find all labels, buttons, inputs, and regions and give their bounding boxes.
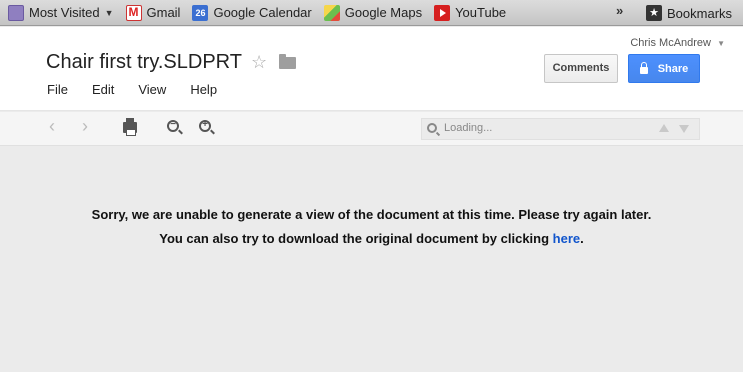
bookmark-label: Gmail [146, 5, 181, 20]
search-icon [427, 123, 437, 133]
error-message-line: Sorry, we are unable to generate a view … [91, 207, 652, 222]
document-title[interactable]: Chair first try.SLDPRT [46, 51, 242, 74]
bookmark-gmail[interactable]: Gmail [120, 2, 187, 24]
bookmark-youtube[interactable]: YouTube [428, 2, 512, 24]
download-message-line: You can also try to download the origina… [0, 227, 743, 251]
menu-edit[interactable]: Edit [92, 82, 114, 97]
gmail-icon [125, 4, 142, 21]
next-page-icon[interactable]: › [82, 116, 88, 137]
bookmarks-menu-button[interactable]: ★ Bookmarks [640, 2, 738, 24]
search-input[interactable]: Loading... [444, 122, 492, 134]
bookmark-label: Google Maps [344, 5, 423, 20]
bookmark-label: Most Visited [29, 5, 100, 20]
bookmarks-bar: Most Visited ▼ Gmail 26 Google Calendar … [0, 0, 743, 26]
bookmark-google-calendar[interactable]: 26 Google Calendar [186, 2, 317, 24]
lock-icon [639, 61, 648, 74]
folder-icon[interactable] [279, 54, 296, 69]
document-header: Chris McAndrew ▼ Chair first try.SLDPRT … [0, 27, 743, 111]
comments-button[interactable]: Comments [544, 54, 618, 83]
search-previous-icon[interactable] [659, 124, 669, 132]
print-icon[interactable] [123, 118, 137, 136]
bookmark-google-maps[interactable]: Google Maps [318, 2, 428, 24]
bookmark-most-visited[interactable]: Most Visited ▼ [2, 2, 120, 24]
bookmark-label: Bookmarks [667, 5, 733, 21]
bookmark-label: Google Calendar [213, 5, 312, 20]
search-next-icon[interactable] [679, 125, 689, 133]
download-link[interactable]: here [553, 231, 580, 246]
error-message: Sorry, we are unable to generate a view … [0, 203, 743, 251]
star-icon: ★ [646, 5, 662, 21]
zoom-in-icon[interactable]: + [199, 119, 211, 132]
youtube-icon [434, 4, 451, 21]
share-label: Share [657, 62, 689, 75]
previous-page-icon[interactable]: ‹ [49, 116, 55, 137]
maps-icon [323, 4, 340, 21]
search-box[interactable]: Loading... [421, 118, 700, 140]
menu-bar: File Edit View Help [47, 82, 241, 97]
download-message-suffix: . [580, 231, 584, 246]
bookmarks-overflow-button[interactable]: » [616, 3, 623, 18]
menu-view[interactable]: View [138, 82, 166, 97]
share-button[interactable]: Share [628, 54, 700, 83]
zoom-out-icon[interactable]: − [167, 119, 179, 132]
viewer-toolbar: ‹ › − + Loading... [0, 112, 743, 146]
star-icon[interactable]: ☆ [251, 52, 267, 73]
menu-help[interactable]: Help [190, 82, 217, 97]
menu-file[interactable]: File [47, 82, 68, 97]
user-account-menu[interactable]: Chris McAndrew [630, 37, 711, 49]
download-message-prefix: You can also try to download the origina… [159, 231, 553, 246]
bookmark-label: YouTube [455, 5, 507, 20]
chevron-down-icon[interactable]: ▼ [717, 39, 725, 48]
folder-icon [8, 4, 24, 21]
chevron-down-icon: ▼ [104, 7, 114, 18]
calendar-icon: 26 [192, 4, 209, 21]
